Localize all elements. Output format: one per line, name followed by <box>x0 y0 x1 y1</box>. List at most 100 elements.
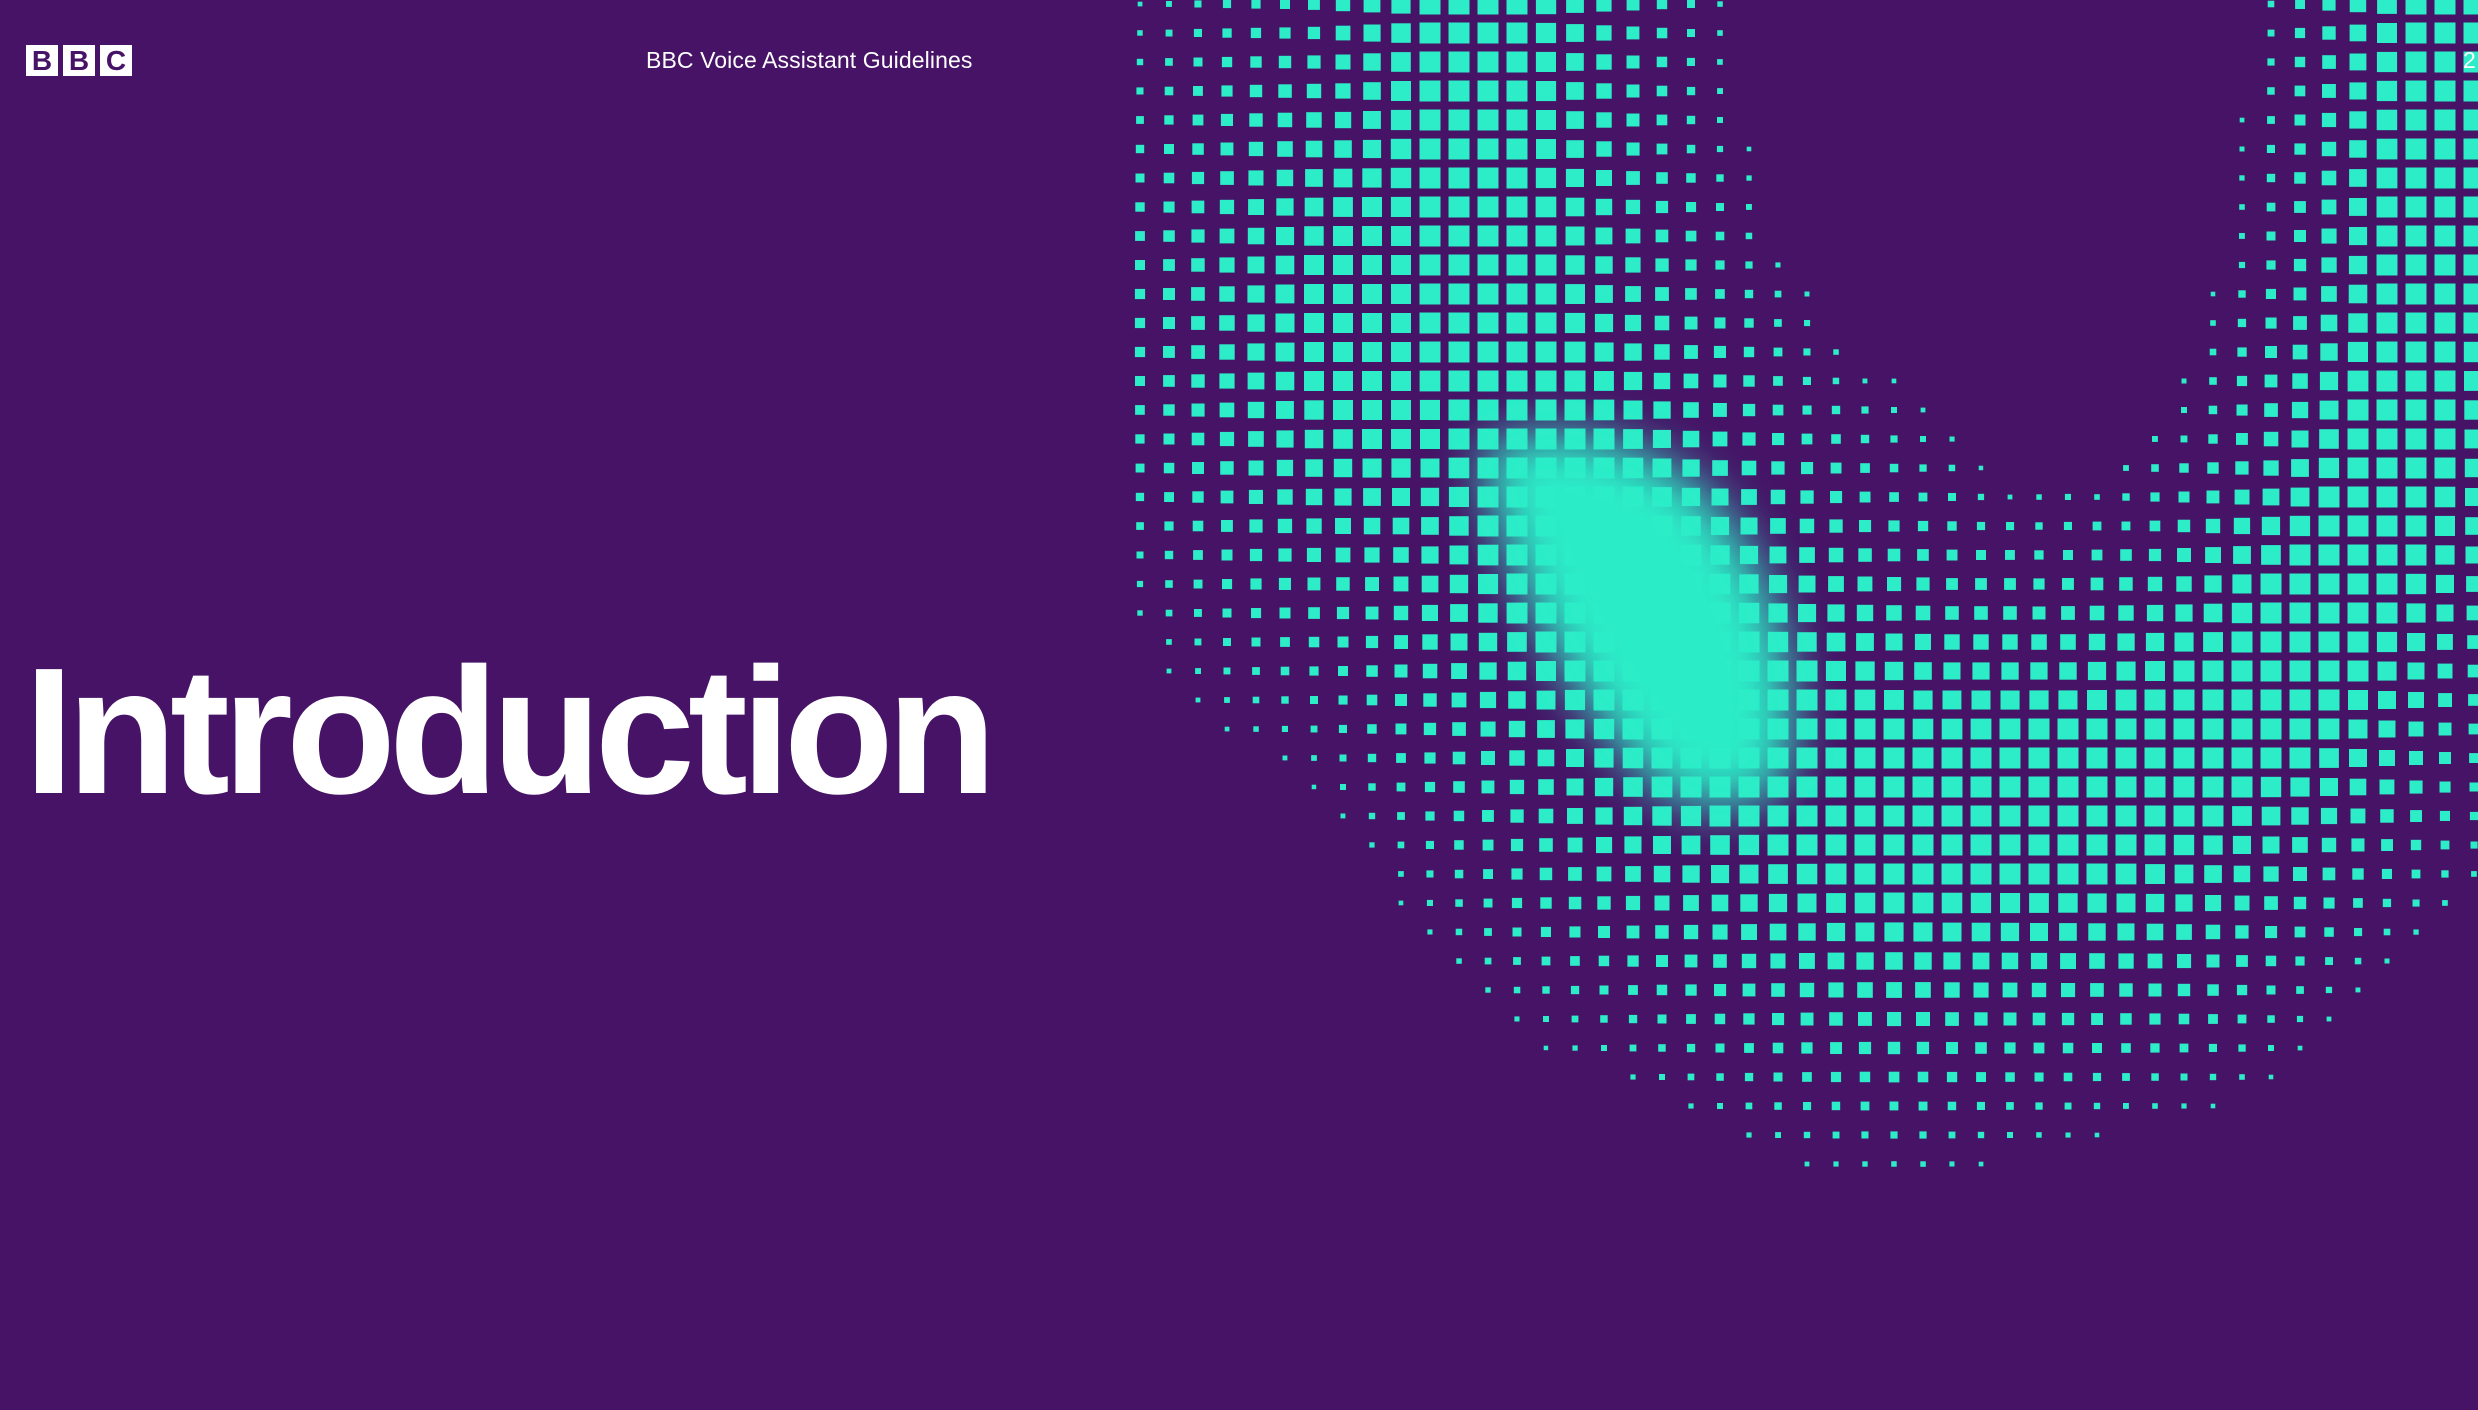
halftone-dot <box>2405 254 2427 276</box>
halftone-dot <box>1686 289 1696 299</box>
halftone-dot <box>2463 109 2478 131</box>
halftone-dot <box>1304 400 1324 420</box>
halftone-dot <box>1391 255 1411 275</box>
halftone-dot <box>1771 983 1785 997</box>
halftone-dot <box>2092 521 2102 531</box>
halftone-dot <box>1888 1071 1900 1083</box>
halftone-dot <box>1538 170 1554 186</box>
halftone-dot <box>2267 0 2275 8</box>
halftone-dot <box>1397 725 1405 733</box>
halftone-dot <box>1657 231 1667 241</box>
halftone-dot <box>1451 547 1467 563</box>
halftone-dot <box>1219 315 1235 331</box>
halftone-dot <box>1195 668 1201 674</box>
halftone-dot <box>2115 747 2137 769</box>
halftone-dot <box>1829 1012 1843 1026</box>
halftone-dot <box>2437 663 2453 679</box>
halftone-dot <box>2181 407 2187 413</box>
halftone-dot <box>1362 458 1382 478</box>
halftone-dot <box>2463 0 2478 15</box>
halftone-dot <box>1831 405 1841 415</box>
halftone-dot <box>1571 1015 1579 1023</box>
halftone-dot <box>1219 199 1235 215</box>
halftone-dot <box>1769 923 1787 941</box>
halftone-dot <box>2405 167 2427 189</box>
halftone-dot <box>2092 1043 2102 1053</box>
halftone-dot <box>2463 312 2478 334</box>
halftone-dot <box>1804 291 1810 297</box>
halftone-dot <box>2146 604 2164 622</box>
halftone-dot <box>1799 518 1815 534</box>
halftone-dot <box>1854 834 1876 856</box>
halftone-dot <box>1627 404 1639 416</box>
halftone-dot <box>1773 347 1783 357</box>
halftone-dot <box>2353 898 2363 908</box>
halftone-dot <box>1891 378 1897 384</box>
halftone-dot <box>1333 458 1353 478</box>
halftone-dot <box>2004 1042 2016 1054</box>
halftone-dot <box>2231 718 2253 740</box>
halftone-dot <box>1277 112 1293 128</box>
halftone-dot <box>1915 605 1931 621</box>
halftone-dot <box>1596 866 1612 882</box>
halftone-dot <box>1883 892 1905 914</box>
halftone-dot <box>1191 316 1205 330</box>
halftone-dot <box>2463 254 2478 276</box>
halftone-dot <box>2376 283 2398 305</box>
halftone-dot <box>1219 373 1235 389</box>
halftone-dot <box>1333 255 1353 275</box>
halftone-dot <box>2348 719 2368 739</box>
halftone-dot <box>1948 1131 1956 1139</box>
halftone-dot <box>2376 486 2398 508</box>
halftone-dot <box>1219 431 1235 447</box>
halftone-dot <box>2325 957 2333 965</box>
halftone-dot <box>2260 602 2282 624</box>
halftone-dot <box>1861 406 1869 414</box>
halftone-dot <box>1599 57 1609 67</box>
halftone-dot <box>2086 805 2108 827</box>
halftone-dot <box>1681 835 1701 855</box>
halftone-dot <box>1453 810 1465 822</box>
halftone-dot <box>1484 957 1492 965</box>
halftone-dot <box>1134 288 1146 300</box>
halftone-dot <box>2209 377 2217 385</box>
halftone-dot <box>2290 777 2310 797</box>
halftone-dot <box>2434 51 2456 73</box>
halftone-dot <box>2260 747 2282 769</box>
halftone-dot <box>2121 521 2131 531</box>
halftone-dot <box>1137 30 1143 36</box>
halftone-dot <box>1716 232 1724 240</box>
halftone-dot <box>2463 167 2478 189</box>
halftone-dot <box>1164 521 1174 531</box>
halftone-dot <box>1509 112 1525 128</box>
halftone-dot <box>2148 983 2162 997</box>
halftone-dot <box>2380 809 2394 823</box>
halftone-dot <box>2265 955 2277 967</box>
halftone-dot <box>1395 0 1407 10</box>
halftone-dot <box>2203 632 2223 652</box>
halftone-dot <box>2318 631 2340 653</box>
halftone-dot <box>1336 26 1350 40</box>
halftone-dot <box>1510 809 1524 823</box>
halftone-dot <box>2179 463 2189 473</box>
halftone-dot <box>2206 954 2220 968</box>
halftone-dot <box>1746 233 1752 239</box>
halftone-dot <box>1333 371 1353 391</box>
bbc-logo: B B C <box>26 45 132 76</box>
halftone-dot <box>1304 429 1324 449</box>
halftone-dot <box>2347 428 2369 450</box>
halftone-dot <box>1451 518 1467 534</box>
halftone-dot <box>2173 689 2195 711</box>
halftone-dot <box>1862 1161 1868 1167</box>
halftone-dot <box>1976 1101 1985 1110</box>
halftone-dot <box>1363 517 1381 535</box>
halftone-dot <box>1912 863 1934 885</box>
halftone-dot <box>1540 897 1552 909</box>
halftone-dot <box>1687 464 1695 472</box>
halftone-dot <box>1826 922 1846 942</box>
halftone-dot <box>1336 577 1350 591</box>
halftone-dot <box>1191 345 1205 359</box>
halftone-dot <box>2117 923 2135 941</box>
halftone-dot <box>1248 460 1264 476</box>
halftone-dot <box>1801 462 1814 475</box>
